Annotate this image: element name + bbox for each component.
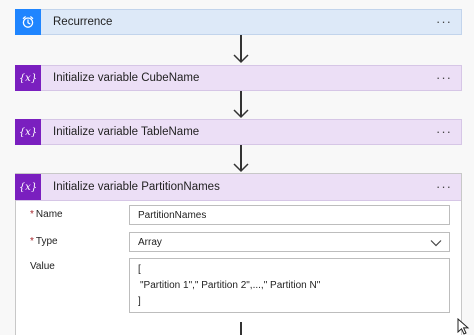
recurrence-title: Recurrence — [53, 16, 113, 28]
type-select-value: Array — [138, 237, 162, 248]
arrow-down-icon — [233, 163, 249, 173]
partitionnames-more-menu-icon[interactable]: ··· — [436, 180, 452, 193]
initialize-variable-partitionnames-title: Initialize variable PartitionNames — [53, 181, 220, 193]
value-field-label: Value — [30, 261, 55, 272]
initialize-variable-tablename-title: Initialize variable TableName — [53, 126, 200, 138]
value-textarea[interactable]: [ "Partition 1"," Partition 2",...," Par… — [129, 258, 450, 313]
value-line-partitions: "Partition 1"," Partition 2",...," Parti… — [140, 280, 321, 291]
value-line-close-bracket: ] — [138, 296, 141, 307]
type-select[interactable]: Array — [129, 232, 450, 252]
name-input[interactable]: PartitionNames — [129, 205, 450, 225]
recurrence-trigger-card[interactable]: Recurrence ··· — [15, 9, 462, 35]
name-field-label: * Name — [30, 209, 63, 220]
logic-app-designer-canvas: Recurrence ··· {x} Initialize variable C… — [0, 0, 474, 335]
cubename-more-menu-icon[interactable]: ··· — [436, 71, 452, 84]
partitionnames-card-header[interactable]: {x} Initialize variable PartitionNames ·… — [15, 174, 461, 201]
initialize-variable-tablename-card[interactable]: {x} Initialize variable TableName ··· — [15, 119, 462, 145]
chevron-down-icon[interactable] — [430, 239, 442, 247]
value-line-open-bracket: [ — [138, 264, 141, 275]
mouse-cursor-icon — [457, 318, 470, 335]
connector-arrow — [232, 91, 250, 119]
initialize-variable-cubename-title: Initialize variable CubeName — [53, 72, 200, 84]
type-field-label: * Type — [30, 236, 58, 247]
alarm-clock-icon — [15, 9, 41, 35]
recurrence-more-menu-icon[interactable]: ··· — [436, 15, 452, 28]
tablename-more-menu-icon[interactable]: ··· — [436, 125, 452, 138]
connector-arrow — [232, 145, 250, 173]
variable-icon: {x} — [15, 174, 41, 200]
arrow-down-icon — [233, 109, 249, 119]
variable-icon: {x} — [15, 65, 41, 91]
connector-arrow — [232, 35, 250, 65]
name-input-value: PartitionNames — [138, 210, 207, 221]
variable-icon: {x} — [15, 119, 41, 145]
initialize-variable-partitionnames-card: {x} Initialize variable PartitionNames ·… — [15, 173, 462, 335]
initialize-variable-cubename-card[interactable]: {x} Initialize variable CubeName ··· — [15, 65, 462, 91]
arrow-down-icon — [233, 54, 249, 64]
connector-line — [240, 322, 242, 335]
